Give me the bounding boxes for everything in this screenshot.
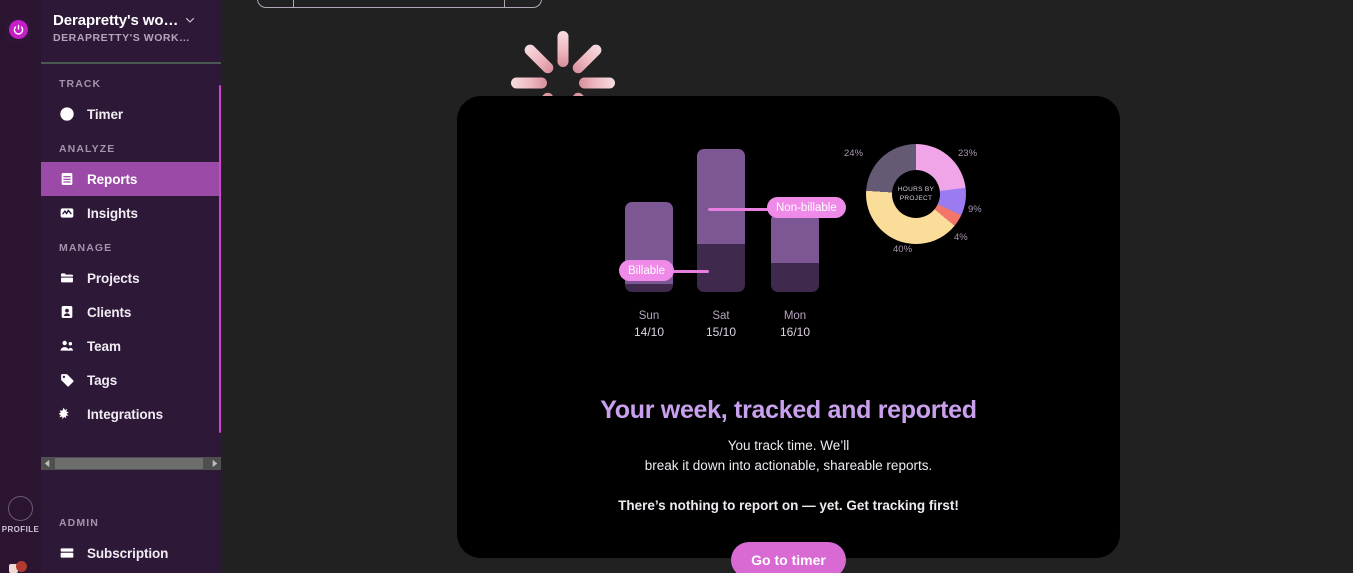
bar-segment-billable	[697, 244, 745, 292]
donut-label-9: 9%	[968, 204, 982, 215]
tag-icon	[61, 374, 74, 387]
reports-illustration: Sun 14/10 Sat 15/10 Mon 16/10 Non-billab…	[457, 130, 1120, 400]
billable-callout-pill: Billable	[619, 260, 675, 281]
clock-icon	[60, 107, 74, 121]
bar-tick-day: Sun	[638, 310, 660, 322]
empty-state-subtitle: You track time. We’ll break it down into…	[457, 436, 1120, 476]
sidebar-item-label: Projects	[87, 270, 140, 286]
sidebar-item-label: Timer	[87, 106, 124, 122]
bar-segment-billable	[771, 263, 819, 292]
page-title: Your week, tracked and reported	[600, 396, 977, 424]
folder-icon	[61, 273, 73, 283]
scroll-right-arrow-icon[interactable]	[208, 455, 221, 473]
donut-label-23: 23%	[958, 148, 978, 159]
nav-group-label-track: TRACK	[59, 78, 102, 90]
segment-left[interactable]	[258, 0, 294, 7]
bar-tick-day: Sat	[712, 310, 730, 322]
app-root: PROFILE Derapretty's wo… DERAPRETTY'S WO…	[0, 0, 1353, 573]
nav-group-label-analyze: ANALYZE	[59, 143, 116, 155]
go-to-timer-button[interactable]: Go to timer	[731, 542, 846, 573]
sidebar-item-integrations[interactable]: Integrations	[41, 397, 221, 431]
bar-tick-sun: Sun 14/10	[619, 308, 679, 340]
sidebar-nav: TRACK Timer ANALYZE Reports Insights MAN…	[41, 66, 221, 461]
bar-tick-date: 14/10	[633, 325, 665, 339]
donut-title-line2: PROJECT	[899, 194, 933, 202]
workspace-title: Derapretty's wo…	[53, 12, 179, 29]
report-icon	[61, 173, 73, 185]
top-segmented-control[interactable]	[257, 0, 542, 8]
bar-segment-nonbillable	[771, 213, 819, 263]
sidebar-item-insights[interactable]: Insights	[41, 196, 221, 230]
left-rail: PROFILE	[0, 0, 41, 573]
profile-label: PROFILE	[1, 525, 40, 534]
sidebar-item-label: Team	[87, 338, 121, 354]
sidebar-item-label: Clients	[87, 304, 132, 320]
nonbillable-callout-pill: Non-billable	[767, 197, 846, 218]
donut-label-40: 40%	[893, 244, 913, 255]
power-icon	[9, 20, 28, 39]
donut-label-4: 4%	[954, 232, 968, 243]
bar-tick-mon: Mon 16/10	[765, 308, 825, 340]
bar-segment-billable	[625, 284, 673, 292]
nonbillable-leader-line	[708, 208, 774, 211]
rail-bottom-decoration-icon	[8, 558, 30, 573]
sidebar-item-subscription[interactable]: Subscription	[41, 536, 221, 570]
donut-center-label: HOURS BY PROJECT	[892, 170, 940, 218]
sidebar-item-team[interactable]: Team	[41, 329, 221, 363]
sidebar-item-label: Reports	[87, 171, 138, 187]
segment-middle[interactable]	[294, 0, 505, 7]
sidebar-item-timer[interactable]: Timer	[41, 97, 221, 131]
sidebar-item-label: Subscription	[87, 545, 169, 561]
workspace-logo[interactable]	[6, 17, 31, 42]
segment-right[interactable]	[505, 0, 541, 7]
avatar[interactable]	[8, 496, 33, 521]
sidebar-item-label: Tags	[87, 372, 118, 388]
id-card-icon	[61, 306, 73, 318]
sidebar-horizontal-scrollbar[interactable]	[41, 457, 221, 470]
bar-mon	[771, 213, 819, 292]
people-icon	[60, 340, 74, 351]
card-icon	[60, 548, 74, 558]
subtitle-line-1: You track time. We’ll	[727, 438, 850, 453]
empty-state-note: There’s nothing to report on — yet. Get …	[618, 498, 959, 513]
sidebar-admin-section: ADMIN Subscription	[41, 505, 221, 570]
main-content: Sun 14/10 Sat 15/10 Mon 16/10 Non-billab…	[221, 0, 1353, 573]
empty-state-text: Your week, tracked and reported You trac…	[457, 396, 1120, 573]
bar-tick-date: 15/10	[705, 325, 737, 339]
bar-tick-date: 16/10	[779, 325, 811, 339]
sidebar-item-label: Integrations	[87, 406, 164, 422]
bar-chart: Sun 14/10 Sat 15/10 Mon 16/10 Non-billab…	[619, 130, 846, 340]
bar-segment-nonbillable	[697, 149, 745, 244]
profile-block[interactable]: PROFILE	[1, 496, 40, 534]
sidebar-item-tags[interactable]: Tags	[41, 363, 221, 397]
sidebar-item-reports[interactable]: Reports	[41, 162, 221, 196]
sidebar-item-projects[interactable]: Projects	[41, 261, 221, 295]
bar-tick-sat: Sat 15/10	[691, 308, 751, 340]
nav-group-label-manage: MANAGE	[59, 242, 113, 254]
subtitle-line-2: break it down into actionable, shareable…	[644, 458, 933, 473]
donut-label-24: 24%	[844, 148, 864, 159]
workspace-subtitle: DERAPRETTY'S WORK…	[53, 32, 191, 44]
sidebar-item-label: Insights	[87, 205, 138, 221]
pulse-icon	[60, 208, 74, 218]
bar-tick-day: Mon	[783, 310, 807, 322]
empty-state-card: Sun 14/10 Sat 15/10 Mon 16/10 Non-billab…	[457, 96, 1120, 573]
workspace-header[interactable]: Derapretty's wo… DERAPRETTY'S WORK…	[41, 0, 221, 60]
chevron-down-icon[interactable]	[184, 14, 196, 26]
nav-group-label-admin: ADMIN	[59, 517, 99, 529]
sidebar-item-clients[interactable]: Clients	[41, 295, 221, 329]
donut-title-line1: HOURS BY	[897, 185, 935, 193]
scroll-left-arrow-icon[interactable]	[41, 455, 54, 473]
scrollbar-thumb[interactable]	[55, 458, 203, 469]
donut-chart: HOURS BY PROJECT 23% 9% 4% 40% 24%	[844, 144, 982, 255]
plug-icon	[59, 407, 69, 420]
sidebar-divider	[41, 62, 221, 64]
